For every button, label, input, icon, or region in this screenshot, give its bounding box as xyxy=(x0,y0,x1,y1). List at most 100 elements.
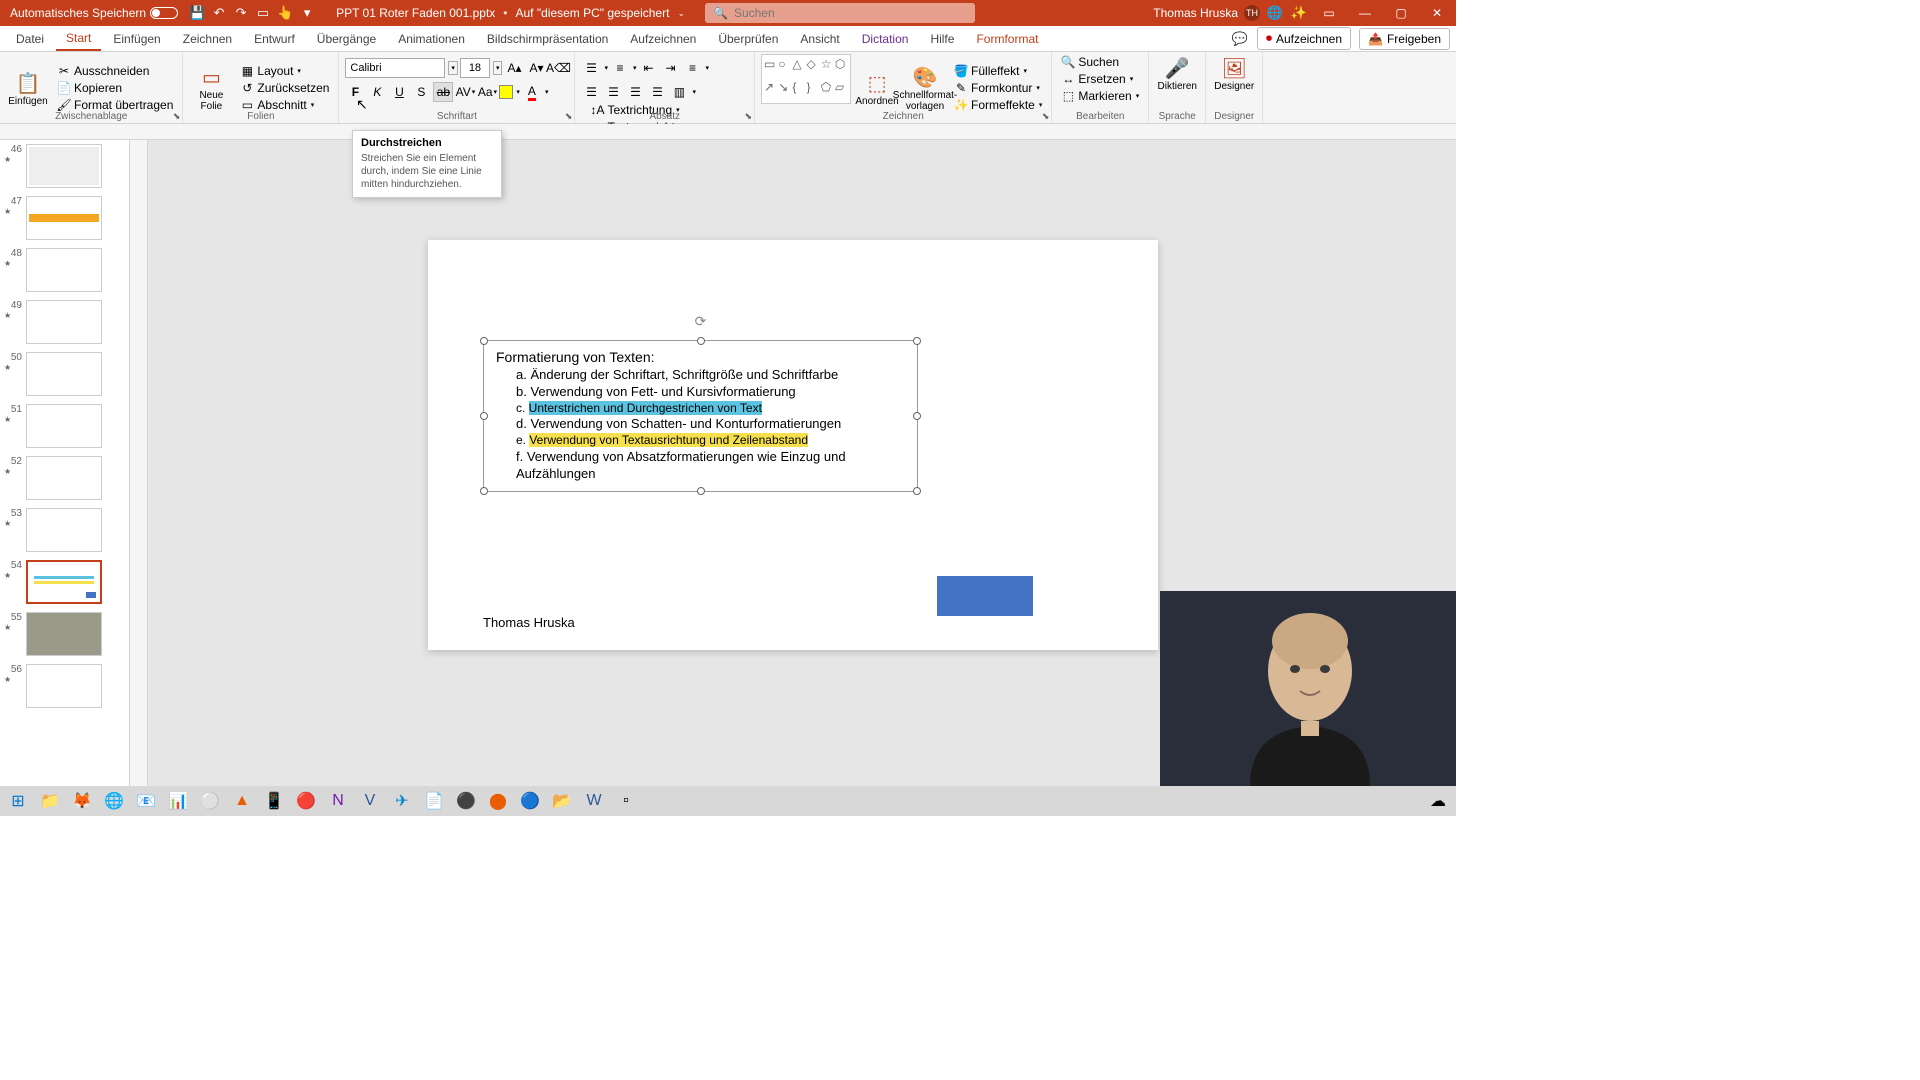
share-button[interactable]: 📤Freigeben xyxy=(1359,28,1450,50)
dialog-launcher-icon[interactable]: ⬊ xyxy=(565,111,573,122)
powerpoint-icon[interactable]: 📊 xyxy=(164,787,192,815)
resize-handle[interactable] xyxy=(697,487,705,495)
font-name-input[interactable] xyxy=(345,58,445,78)
chrome-icon[interactable]: 🌐 xyxy=(100,787,128,815)
app-icon[interactable]: ⬤ xyxy=(484,787,512,815)
decrease-indent-icon[interactable]: ⇤ xyxy=(638,58,658,78)
line-spacing-icon[interactable]: ≡ xyxy=(682,58,702,78)
text-heading[interactable]: Formatierung von Texten: xyxy=(496,349,905,365)
tab-dictation[interactable]: Dictation xyxy=(852,28,919,50)
redo-icon[interactable]: ↷ xyxy=(232,4,250,22)
blue-rectangle-shape[interactable] xyxy=(937,576,1033,616)
dialog-launcher-icon[interactable]: ⬊ xyxy=(1042,111,1050,122)
thumbnail-54[interactable] xyxy=(26,560,102,604)
select-button[interactable]: ⬚Markieren▾ xyxy=(1058,88,1142,104)
onenote-icon[interactable]: N xyxy=(324,787,352,815)
tab-datei[interactable]: Datei xyxy=(6,28,54,50)
bullets-icon[interactable]: ☰ xyxy=(581,58,601,78)
outlook-icon[interactable]: 📧 xyxy=(132,787,160,815)
tab-ueberpruefen[interactable]: Überprüfen xyxy=(708,28,788,50)
autosave-toggle[interactable]: Automatisches Speichern xyxy=(4,4,184,22)
list-item[interactable]: e. Verwendung von Textausrichtung und Ze… xyxy=(516,433,905,449)
resize-handle[interactable] xyxy=(697,337,705,345)
telegram-icon[interactable]: ✈ xyxy=(388,787,416,815)
italic-icon[interactable]: K xyxy=(367,82,387,102)
comments-icon[interactable]: 💬 xyxy=(1231,30,1249,48)
dictate-button[interactable]: 🎤Diktieren xyxy=(1155,54,1199,92)
app-icon[interactable]: ▫ xyxy=(612,787,640,815)
minimize-icon[interactable]: — xyxy=(1350,0,1380,26)
start-icon[interactable]: ⊞ xyxy=(4,787,32,815)
tab-einfuegen[interactable]: Einfügen xyxy=(103,28,170,50)
slide-footer[interactable]: Thomas Hruska xyxy=(483,615,575,630)
underline-icon[interactable]: U xyxy=(389,82,409,102)
vlc-icon[interactable]: ▲ xyxy=(228,787,256,815)
app-icon[interactable]: ⚪ xyxy=(196,787,224,815)
weather-icon[interactable]: ☁ xyxy=(1424,787,1452,815)
shape-outline-button[interactable]: ✎Formkontur▾ xyxy=(951,80,1045,96)
slide-54[interactable]: ⟳ Formatierung von Texten: a. Änderung d… xyxy=(428,240,1158,650)
undo-icon[interactable]: ↶ xyxy=(210,4,228,22)
visio-icon[interactable]: V xyxy=(356,787,384,815)
thumbnail-52[interactable] xyxy=(26,456,102,500)
increase-font-icon[interactable]: A▴ xyxy=(504,58,524,78)
columns-icon[interactable]: ▥ xyxy=(669,82,689,102)
shadow-icon[interactable]: S xyxy=(411,82,431,102)
list-item[interactable]: f. Verwendung von Absatzformatierungen w… xyxy=(516,449,905,483)
font-color-icon[interactable]: A xyxy=(522,82,542,102)
thumbnail-48[interactable] xyxy=(26,248,102,292)
thumbnail-47[interactable] xyxy=(26,196,102,240)
cut-button[interactable]: ✂Ausschneiden xyxy=(54,63,176,79)
user-avatar[interactable]: TH xyxy=(1244,5,1260,21)
change-case-icon[interactable]: Aa▾ xyxy=(477,82,497,102)
list-item[interactable]: b. Verwendung von Fett- und Kursivformat… xyxy=(516,384,905,401)
decrease-font-icon[interactable]: A▾ xyxy=(526,58,546,78)
coming-soon-icon[interactable]: ✨ xyxy=(1290,4,1308,22)
app-icon[interactable]: 🔴 xyxy=(292,787,320,815)
align-left-icon[interactable]: ☰ xyxy=(581,82,601,102)
list-item[interactable]: d. Verwendung von Schatten- und Konturfo… xyxy=(516,416,905,433)
thumbnail-51[interactable] xyxy=(26,404,102,448)
maximize-icon[interactable]: ▢ xyxy=(1386,0,1416,26)
shape-fill-button[interactable]: 🪣Fülleffekt▾ xyxy=(951,63,1045,79)
resize-handle[interactable] xyxy=(480,412,488,420)
tab-hilfe[interactable]: Hilfe xyxy=(920,28,964,50)
search-box[interactable]: 🔍 xyxy=(705,3,975,23)
text-box[interactable]: ⟳ Formatierung von Texten: a. Änderung d… xyxy=(483,340,918,492)
align-center-icon[interactable]: ☰ xyxy=(603,82,623,102)
app-icon[interactable]: 📱 xyxy=(260,787,288,815)
thumbnail-56[interactable] xyxy=(26,664,102,708)
resize-handle[interactable] xyxy=(913,337,921,345)
shapes-gallery[interactable]: ▭○△◇☆⬡ ↗↘{}⬠▱ xyxy=(761,54,851,104)
replace-button[interactable]: ↔Ersetzen▾ xyxy=(1058,71,1142,87)
app-icon[interactable]: 📄 xyxy=(420,787,448,815)
save-icon[interactable]: 💾 xyxy=(188,4,206,22)
close-icon[interactable]: ✕ xyxy=(1422,0,1452,26)
dialog-launcher-icon[interactable]: ⬊ xyxy=(173,111,181,122)
present-from-start-icon[interactable]: ▭ xyxy=(254,4,272,22)
increase-indent-icon[interactable]: ⇥ xyxy=(660,58,680,78)
tab-formformat[interactable]: Formformat xyxy=(966,28,1048,50)
tab-entwurf[interactable]: Entwurf xyxy=(244,28,305,50)
highlight-icon[interactable] xyxy=(499,85,513,99)
obs-icon[interactable]: ⚫ xyxy=(452,787,480,815)
tab-zeichnen[interactable]: Zeichnen xyxy=(173,28,242,50)
numbering-icon[interactable]: ≡ xyxy=(610,58,630,78)
layout-button[interactable]: ▦Layout▾ xyxy=(237,63,332,79)
tab-start[interactable]: Start xyxy=(56,27,101,51)
tab-bildschirm[interactable]: Bildschirmpräsentation xyxy=(477,28,618,50)
tab-ansicht[interactable]: Ansicht xyxy=(790,28,849,50)
clear-formatting-icon[interactable]: A⌫ xyxy=(548,58,568,78)
find-button[interactable]: 🔍Suchen xyxy=(1058,54,1142,70)
font-size-input[interactable] xyxy=(460,58,490,78)
app-icon[interactable]: 🔵 xyxy=(516,787,544,815)
resize-handle[interactable] xyxy=(480,487,488,495)
copy-button[interactable]: 📄Kopieren xyxy=(54,80,176,96)
tab-animationen[interactable]: Animationen xyxy=(388,28,475,50)
user-name[interactable]: Thomas Hruska xyxy=(1153,6,1238,20)
dialog-launcher-icon[interactable]: ⬊ xyxy=(744,111,752,122)
slide-thumbnail-panel[interactable]: 46★ 47★ 48★ 49★ 50★ 51★ 52★ 53★ 54★ 55★ … xyxy=(0,140,130,796)
ribbon-display-icon[interactable]: ▭ xyxy=(1314,0,1344,26)
tab-uebergaenge[interactable]: Übergänge xyxy=(307,28,386,50)
explorer-icon[interactable]: 📁 xyxy=(36,787,64,815)
